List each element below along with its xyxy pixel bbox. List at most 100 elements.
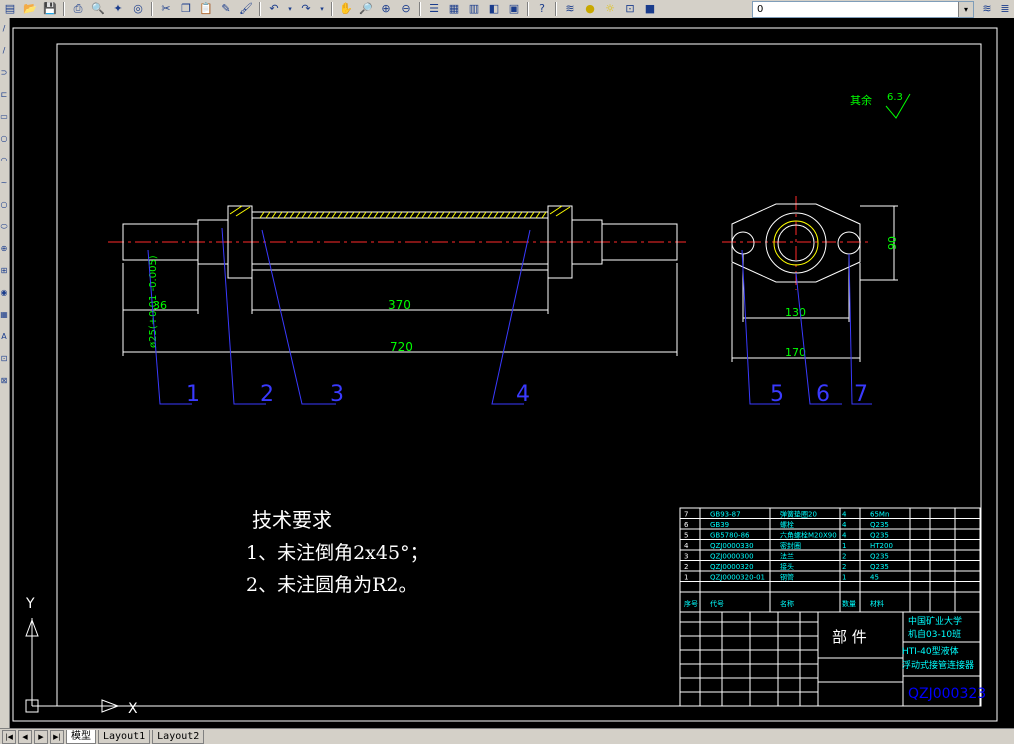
save-icon[interactable]: 💾 [42, 1, 58, 17]
draw-tool-icon[interactable]: ⊡ [0, 354, 8, 364]
table-cell: GB39 [710, 521, 729, 529]
zoom-realtime-icon[interactable]: 🔎 [358, 1, 374, 17]
hatch-line [343, 211, 349, 219]
table-cell: 3 [684, 553, 688, 561]
hatch-line [325, 211, 331, 219]
publish-icon[interactable]: ✦ [110, 1, 126, 17]
draw-tool-icon[interactable]: ▭ [0, 112, 8, 122]
layer-dropdown[interactable]: 0 ▾ [752, 1, 974, 18]
chevron-down-icon[interactable]: ▾ [958, 2, 973, 17]
hatch-line [337, 211, 343, 219]
print-icon[interactable]: ⎙ [70, 1, 86, 17]
tab-nav-button[interactable]: ▶ [34, 729, 48, 744]
dim-text-130: 130 [785, 306, 806, 319]
hatch-line [523, 211, 529, 219]
table-cell: QZJ0000320-01 [710, 574, 765, 582]
sun-icon[interactable]: ☼ [602, 1, 618, 17]
table-cell: 螺栓 [780, 520, 794, 529]
copy-icon[interactable]: ❐ [178, 1, 194, 17]
draw-tool-icon[interactable]: ⊕ [0, 244, 8, 254]
table-cell: Q235 [870, 532, 889, 540]
tech-title: 技术要求 [252, 508, 332, 532]
markup-icon[interactable]: ◧ [486, 1, 502, 17]
calc-icon[interactable]: ▣ [506, 1, 522, 17]
chevron-down-icon[interactable]: ▾ [286, 1, 294, 17]
help-icon[interactable]: ? [534, 1, 550, 17]
tab-layout2[interactable]: Layout2 [152, 729, 205, 744]
open-icon[interactable]: 📂 [22, 1, 38, 17]
drawing-canvas[interactable]: 370 720 36 ø25(+0.01 -0.005) 其余 6.3 130 … [10, 18, 1014, 728]
color-icon[interactable]: ■ [642, 1, 658, 17]
plot-icon[interactable]: ◎ [130, 1, 146, 17]
cut-icon[interactable]: ✂ [158, 1, 174, 17]
table-cell: 2 [684, 563, 688, 571]
balloon-7: 7 [854, 382, 868, 407]
zoom-previous-icon[interactable]: ⊖ [398, 1, 414, 17]
draw-tool-icon[interactable]: ~ [0, 178, 8, 188]
toolbar-separator [419, 2, 421, 16]
redo-icon[interactable]: ↷ [298, 1, 314, 17]
layer-icon[interactable]: ≋ [562, 1, 578, 17]
hatch-line [403, 211, 409, 219]
draw-tool-icon[interactable]: ○ [0, 200, 8, 210]
properties-icon[interactable]: ☰ [426, 1, 442, 17]
pan-icon[interactable]: ✋ [338, 1, 354, 17]
hatch-line [271, 211, 277, 219]
paste-icon[interactable]: 📋 [198, 1, 214, 17]
toolbar-separator [63, 2, 65, 16]
layer-state-icon[interactable]: ≋ [979, 1, 995, 17]
tab-model[interactable]: 模型 [66, 729, 96, 744]
table-cell: 2 [842, 553, 846, 561]
hatch-line [367, 211, 373, 219]
bulb-icon[interactable]: ● [582, 1, 598, 17]
outer-frame [12, 27, 998, 722]
draw-tool-icon[interactable]: ⊏ [0, 90, 8, 100]
roughness-value: 6.3 [887, 92, 903, 103]
hatch-line [511, 211, 517, 219]
ucs-y-label: Y [25, 596, 35, 612]
part-title: 部 件 [832, 628, 867, 646]
drawing-svg: 370 720 36 ø25(+0.01 -0.005) 其余 6.3 130 … [12, 27, 998, 722]
draw-tool-icon[interactable]: ⊞ [0, 266, 8, 276]
lock-icon[interactable]: ⊡ [622, 1, 638, 17]
hatch-line [493, 211, 499, 219]
draw-tool-icon[interactable]: ⊠ [0, 376, 8, 386]
table-cell: Q235 [870, 553, 889, 561]
new-icon[interactable]: ▤ [2, 1, 18, 17]
table-header-cell: 数量 [842, 599, 856, 608]
toolpalette-icon[interactable]: ▥ [466, 1, 482, 17]
draw-tool-icon[interactable]: ◉ [0, 288, 8, 298]
draw-tool-icon[interactable]: / [0, 24, 8, 34]
draw-tool-icon[interactable]: ⊃ [0, 68, 8, 78]
class-name: 机自03-10班 [908, 628, 961, 640]
table-cell: 1 [842, 574, 846, 582]
draw-tool-icon[interactable]: A [0, 332, 8, 342]
tab-nav-button[interactable]: |◀ [2, 729, 16, 744]
hatch-line [445, 211, 451, 219]
tab-layout1[interactable]: Layout1 [98, 729, 151, 744]
zoom-window-icon[interactable]: ⊕ [378, 1, 394, 17]
table-cell: 2 [842, 563, 846, 571]
hatch-line [265, 211, 271, 219]
tab-nav-button[interactable]: ◀ [18, 729, 32, 744]
draw-tool-icon[interactable]: ⬭ [0, 222, 8, 232]
match-icon[interactable]: ✎ [218, 1, 234, 17]
draw-tool-icon[interactable]: ○ [0, 134, 8, 144]
table-cell: 7 [684, 511, 688, 519]
hatch-line [463, 211, 469, 219]
draw-tool-icon[interactable]: ▦ [0, 310, 8, 320]
designcenter-icon[interactable]: ▦ [446, 1, 462, 17]
layer-previous-icon[interactable]: ≣ [997, 1, 1013, 17]
tab-nav-button[interactable]: ▶| [50, 729, 64, 744]
hatch-line [397, 211, 403, 219]
table-cell: 1 [842, 542, 846, 550]
brush-icon[interactable]: 🖌 [238, 1, 254, 17]
chevron-down-icon[interactable]: ▾ [318, 1, 326, 17]
preview-icon[interactable]: 🔍 [90, 1, 106, 17]
draw-tool-icon[interactable]: / [0, 46, 8, 56]
hatch-line [421, 211, 427, 219]
undo-icon[interactable]: ↶ [266, 1, 282, 17]
table-header-cell: 序号 [684, 599, 698, 608]
product-name-2: 浮动式接管连接器 [902, 659, 974, 671]
draw-tool-icon[interactable]: ◠ [0, 156, 8, 166]
